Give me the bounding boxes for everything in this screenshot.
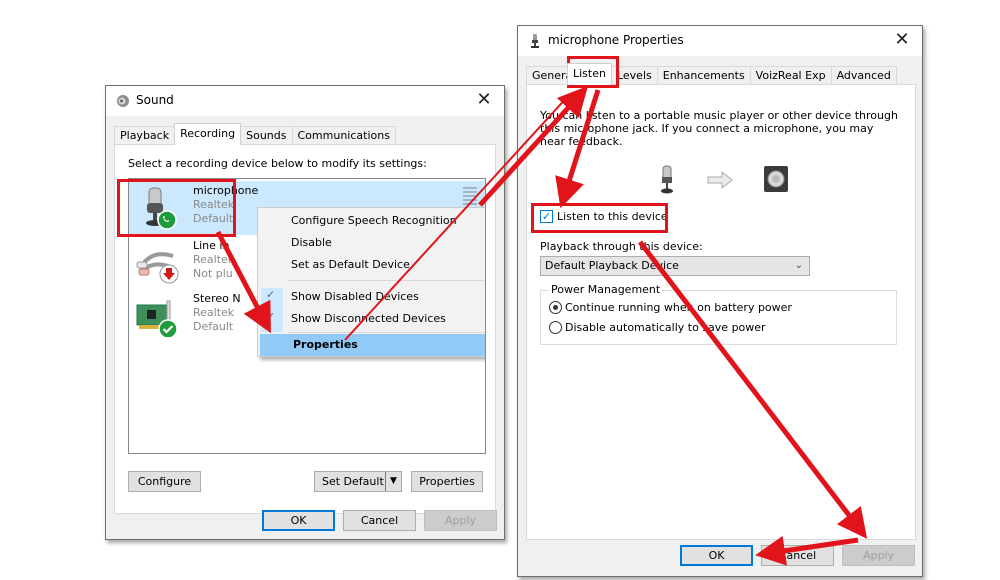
chevron-down-icon: ⌄ [794, 260, 803, 271]
device-name: microphone [193, 184, 259, 197]
menu-separator [288, 280, 485, 281]
playback-label: Playback through this device: [540, 240, 703, 253]
menu-item-disable[interactable]: Disable [258, 232, 485, 254]
microphone-icon [146, 187, 177, 230]
instruction-text: Select a recording device below to modif… [128, 157, 427, 170]
device-list[interactable]: microphone Realtek Default Line in Realt… [128, 178, 486, 454]
title-bar: Sound ✕ [106, 86, 504, 116]
listen-checkbox-row[interactable]: ✓ Listen to this device [540, 210, 668, 223]
speaker-icon [764, 166, 788, 192]
cancel-button[interactable]: Cancel [761, 545, 834, 566]
tab-communications[interactable]: Communications [291, 126, 396, 145]
set-default-label: Set Default [322, 475, 384, 488]
radio-continue-running[interactable]: Continue running when on battery power [549, 301, 792, 314]
title-bar: microphone Properties ✕ [518, 26, 922, 56]
device-driver: Realtek [193, 198, 235, 211]
power-management-group: Power Management Continue running when o… [540, 283, 897, 345]
menu-item-show-disconnected[interactable]: Show Disconnected Devices [258, 308, 485, 330]
power-management-label: Power Management [549, 283, 663, 296]
ok-button[interactable]: OK [680, 545, 753, 566]
listen-checkbox[interactable]: ✓ [540, 210, 553, 223]
device-name: Line in [193, 239, 230, 252]
menu-item-properties[interactable]: Properties [260, 334, 485, 356]
radio-button[interactable] [549, 301, 562, 314]
apply-button[interactable]: Apply [424, 510, 497, 531]
ok-button[interactable]: OK [262, 510, 335, 531]
dropdown-arrow-icon[interactable]: ▼ [385, 472, 401, 491]
listen-description: You can listen to a portable music playe… [540, 109, 898, 148]
radio-button[interactable] [549, 321, 562, 334]
menu-item-configure-speech[interactable]: Configure Speech Recognition [258, 210, 485, 232]
sound-dialog: Sound ✕ Playback Recording Sounds Commun… [105, 85, 505, 540]
cancel-button[interactable]: Cancel [343, 510, 416, 531]
tab-playback[interactable]: Playback [114, 126, 176, 145]
tab-voizreal-exp[interactable]: VoizReal Exp [749, 66, 832, 85]
close-icon: ✕ [894, 29, 910, 50]
tab-advanced[interactable]: Advanced [830, 66, 897, 85]
speaker-icon [117, 95, 129, 107]
tab-bar: General Listen Levels Enhancements VoizR… [526, 63, 897, 85]
sound-card-icon [136, 300, 178, 339]
device-driver: Realtek [193, 253, 235, 266]
configure-button[interactable]: Configure [128, 471, 201, 492]
tab-listen[interactable]: Listen [567, 63, 612, 85]
radio-label: Continue running when on battery power [565, 301, 792, 314]
device-name: Stereo N [193, 292, 241, 305]
set-default-button[interactable]: Set Default ▼ [314, 471, 402, 492]
arrow-right-icon [707, 171, 733, 189]
device-driver: Realtek [193, 306, 235, 319]
close-button[interactable]: ✕ [472, 89, 496, 113]
level-meter [463, 187, 477, 205]
radio-label: Disable automatically to save power [565, 321, 766, 334]
radio-disable-automatically[interactable]: Disable automatically to save power [549, 321, 766, 334]
device-status: Not plu [193, 267, 233, 280]
playback-device-select[interactable]: Default Playback Device ⌄ [540, 256, 810, 276]
menu-item-show-disabled[interactable]: Show Disabled Devices [258, 286, 485, 308]
microphone-icon [661, 165, 673, 194]
microphone-properties-dialog: microphone Properties ✕ General Listen L… [517, 25, 923, 577]
listen-panel: You can listen to a portable music playe… [526, 84, 916, 540]
microphone-icon [531, 34, 539, 48]
menu-separator [288, 332, 485, 333]
close-button[interactable]: ✕ [890, 29, 914, 53]
tab-enhancements[interactable]: Enhancements [656, 66, 751, 85]
listen-checkbox-label: Listen to this device [557, 210, 668, 223]
tab-bar: Playback Recording Sounds Communications [114, 123, 396, 145]
window-title: Sound [136, 93, 174, 107]
apply-button[interactable]: Apply [842, 545, 915, 566]
tab-levels[interactable]: Levels [610, 66, 658, 85]
playback-device-value: Default Playback Device [545, 259, 679, 272]
tab-recording[interactable]: Recording [174, 123, 242, 145]
menu-item-set-default[interactable]: Set as Default Device [258, 254, 485, 276]
device-status: Default [193, 212, 234, 225]
rca-cable-icon [136, 252, 179, 284]
close-icon: ✕ [476, 89, 492, 110]
recording-panel: Select a recording device below to modif… [114, 144, 496, 514]
tab-sounds[interactable]: Sounds [240, 126, 293, 145]
listen-flow-illustration [527, 159, 915, 199]
device-status: Default [193, 320, 234, 333]
properties-button[interactable]: Properties [411, 471, 483, 492]
tab-general[interactable]: General [526, 66, 568, 85]
context-menu: Configure Speech Recognition Disable Set… [257, 207, 485, 357]
window-title: microphone Properties [548, 33, 684, 47]
